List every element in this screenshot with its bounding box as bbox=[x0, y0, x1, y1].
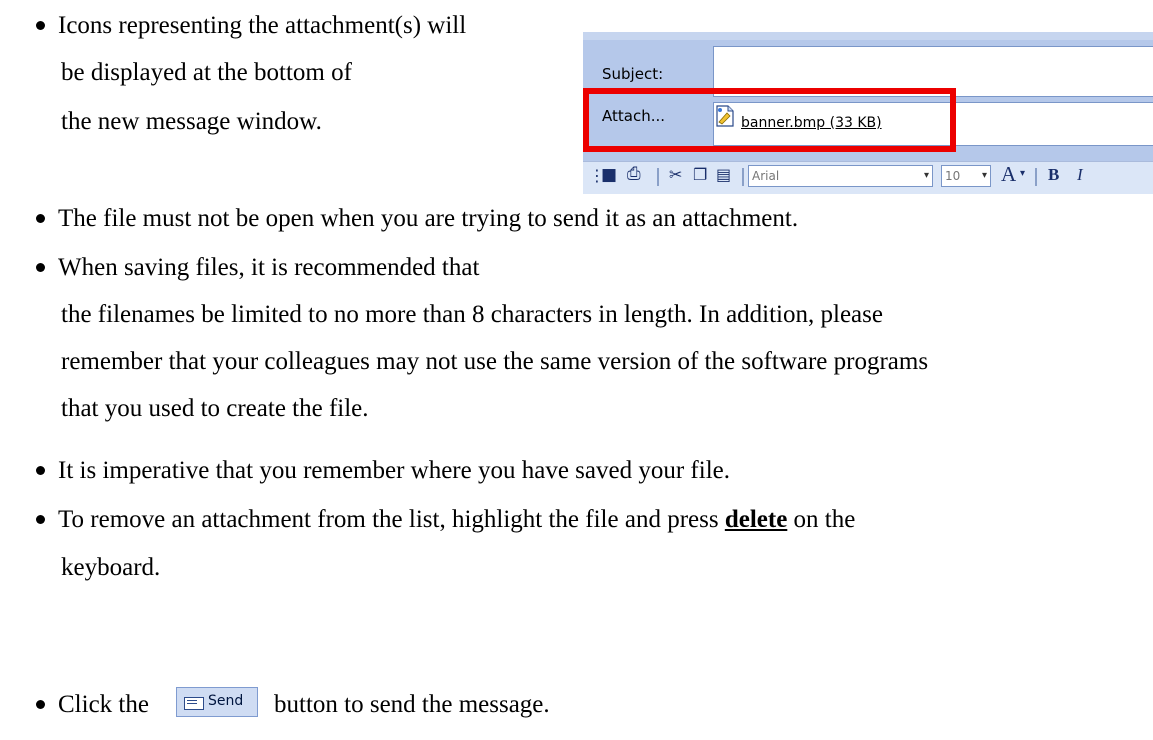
bullet-icon bbox=[36, 466, 45, 475]
save-icon[interactable]: ■ bbox=[601, 165, 617, 185]
bullet-text-continued: the new message window. bbox=[61, 108, 322, 135]
toolbar-separator bbox=[657, 168, 659, 186]
bullet-text: The file must not be open when you are t… bbox=[58, 205, 799, 232]
remove-instruction-suffix: on the bbox=[793, 506, 856, 533]
remove-instruction-text: To remove an attachment from the list, h… bbox=[58, 506, 719, 533]
bold-icon[interactable]: B bbox=[1048, 165, 1059, 185]
bullet-text-continued: keyboard. bbox=[61, 554, 161, 581]
bullet-text-continued: the filenames be limited to no more than… bbox=[61, 301, 883, 328]
message-window-screenshot: Subject: Attach... banner.bmp (33 KB) ⋮ … bbox=[583, 32, 1153, 194]
bullet-text: It is imperative that you remember where… bbox=[58, 457, 730, 484]
bullet-text: When saving files, it is recommended tha… bbox=[58, 254, 480, 281]
font-name-value: Arial bbox=[752, 169, 780, 183]
delete-key-label: delete bbox=[724, 506, 788, 533]
bullet-icon bbox=[36, 214, 45, 223]
bullet-icon bbox=[36, 21, 45, 30]
bullet-icon bbox=[36, 515, 45, 524]
bullet-text: To remove an attachment from the list, h… bbox=[58, 505, 855, 535]
chevron-down-icon: ▾ bbox=[923, 170, 929, 181]
bullet-text: Icons representing the attachment(s) wil… bbox=[58, 12, 467, 39]
send-button[interactable]: Send bbox=[176, 687, 258, 717]
send-instruction-text: button to send the message. bbox=[274, 691, 550, 718]
envelope-icon bbox=[184, 697, 204, 710]
bullet-text-continued: remember that your colleagues may not us… bbox=[61, 348, 929, 375]
chevron-down-icon[interactable]: ▾ bbox=[1020, 168, 1025, 179]
copy-icon[interactable]: ❐ bbox=[693, 165, 707, 184]
cut-icon[interactable]: ✂ bbox=[669, 165, 682, 184]
toolbar-separator bbox=[1035, 168, 1037, 186]
print-icon[interactable]: ⎙ bbox=[627, 164, 641, 184]
font-color-icon[interactable]: A bbox=[1001, 162, 1016, 187]
toolbar-separator bbox=[742, 168, 744, 186]
bullet-icon bbox=[36, 700, 45, 709]
font-name-dropdown[interactable]: Arial ▾ bbox=[748, 165, 933, 187]
chevron-down-icon: ▾ bbox=[981, 170, 987, 181]
bullet-text-continued: that you used to create the file. bbox=[61, 395, 369, 422]
font-size-value: 10 bbox=[945, 169, 961, 183]
paste-icon[interactable]: ▤ bbox=[716, 165, 731, 184]
subject-label: Subject: bbox=[602, 65, 664, 83]
send-button-label: Send bbox=[208, 693, 244, 709]
italic-icon[interactable]: I bbox=[1077, 165, 1083, 185]
bullet-icon bbox=[36, 263, 45, 272]
attachment-highlight-box bbox=[583, 88, 956, 152]
click-the-text: Click the bbox=[58, 691, 149, 718]
bullet-text-continued: be displayed at the bottom of bbox=[61, 59, 352, 86]
window-frame-strip bbox=[583, 32, 1153, 40]
font-size-dropdown[interactable]: 10 ▾ bbox=[941, 165, 991, 187]
